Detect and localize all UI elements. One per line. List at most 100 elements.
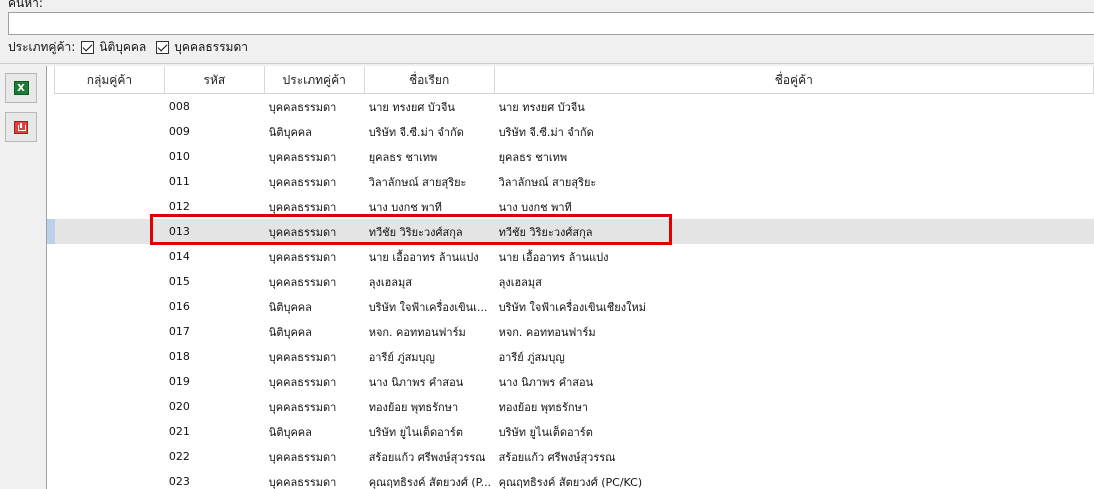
- table-row[interactable]: 013 บุคคลธรรมดา ทวีชัย วิริยะวงศ์สกุล ทวีชั…: [47, 219, 1094, 244]
- cell-group[interactable]: [55, 294, 165, 319]
- cell-code[interactable]: 013: [165, 219, 265, 244]
- cell-short-name[interactable]: นาง บงกช พาที: [365, 194, 495, 219]
- cell-code[interactable]: 009: [165, 119, 265, 144]
- cell-code[interactable]: 015: [165, 269, 265, 294]
- cell-type[interactable]: บุคคลธรรมดา: [265, 144, 365, 169]
- column-header-short-name[interactable]: ชื่อเรียก: [365, 66, 495, 94]
- cell-short-name[interactable]: ทวีชัย วิริยะวงศ์สกุล: [365, 219, 495, 244]
- column-header-group[interactable]: กลุ่มคู่ค้า: [55, 66, 165, 94]
- cell-group[interactable]: [55, 269, 165, 294]
- cell-short-name[interactable]: บริษัท ยูไนเต็ดอาร์ต: [365, 419, 495, 444]
- table-row[interactable]: 014 บุคคลธรรมดา นาย เอื้ออาทร ล้านแปง นาย เ…: [47, 244, 1094, 269]
- cell-code[interactable]: 017: [165, 319, 265, 344]
- cell-type[interactable]: นิติบุคคล: [265, 419, 365, 444]
- search-input[interactable]: [8, 12, 1094, 35]
- cell-short-name[interactable]: หจก. คอททอนฟาร์ม: [365, 319, 495, 344]
- table-row[interactable]: 020 บุคคลธรรมดา ทองย้อย พุทธรักษา ทองย้อย พ…: [47, 394, 1094, 419]
- cell-group[interactable]: [55, 119, 165, 144]
- cell-group[interactable]: [55, 394, 165, 419]
- checkbox-checked-icon[interactable]: [156, 40, 170, 54]
- export-button[interactable]: [5, 112, 37, 142]
- cell-group[interactable]: [55, 469, 165, 489]
- cell-group[interactable]: [55, 169, 165, 194]
- cell-type[interactable]: บุคคลธรรมดา: [265, 244, 365, 269]
- cell-short-name[interactable]: นาย เอื้ออาทร ล้านแปง: [365, 244, 495, 269]
- export-excel-button[interactable]: X: [5, 73, 37, 103]
- table-row[interactable]: 017 นิติบุคคล หจก. คอททอนฟาร์ม หจก. คอททอนฟ…: [47, 319, 1094, 344]
- row-indicator[interactable]: [47, 444, 55, 469]
- cell-partner-name[interactable]: นาย เอื้ออาทร ล้านแปง: [495, 244, 1094, 269]
- cell-code[interactable]: 014: [165, 244, 265, 269]
- row-indicator[interactable]: [47, 144, 55, 169]
- row-indicator[interactable]: [47, 269, 55, 294]
- cell-type[interactable]: บุคคลธรรมดา: [265, 219, 365, 244]
- table-row[interactable]: 023 บุคคลธรรมดา คุณฤทธิรงค์ สัตยวงศ์ (P...…: [47, 469, 1094, 489]
- cell-code[interactable]: 022: [165, 444, 265, 469]
- cell-short-name[interactable]: ทองย้อย พุทธรักษา: [365, 394, 495, 419]
- cell-type[interactable]: บุคคลธรรมดา: [265, 469, 365, 489]
- table-row[interactable]: 019 บุคคลธรรมดา นาง นิภาพร คำสอน นาง นิภาพร…: [47, 369, 1094, 394]
- cell-group[interactable]: [55, 144, 165, 169]
- cell-partner-name[interactable]: นาย ทรงยศ บัวจีน: [495, 94, 1094, 119]
- cell-group[interactable]: [55, 369, 165, 394]
- cell-short-name[interactable]: ยุคลธร ชาเทพ: [365, 144, 495, 169]
- cell-short-name[interactable]: อารีย์ ภู่สมบุญ: [365, 344, 495, 369]
- cell-type[interactable]: บุคคลธรรมดา: [265, 444, 365, 469]
- cell-code[interactable]: 021: [165, 419, 265, 444]
- cell-partner-name[interactable]: ลุงเฮลมุส: [495, 269, 1094, 294]
- cell-partner-name[interactable]: บริษัท ใจฟ้าเครื่องเขินเชียงใหม่: [495, 294, 1094, 319]
- table-row[interactable]: 015 บุคคลธรรมดา ลุงเฮลมุส ลุงเฮลมุส: [47, 269, 1094, 294]
- cell-type[interactable]: บุคคลธรรมดา: [265, 369, 365, 394]
- row-indicator[interactable]: [47, 369, 55, 394]
- cell-code[interactable]: 008: [165, 94, 265, 119]
- cell-code[interactable]: 023: [165, 469, 265, 489]
- cell-code[interactable]: 018: [165, 344, 265, 369]
- cell-group[interactable]: [55, 319, 165, 344]
- column-header-type[interactable]: ประเภทคู่ค้า: [265, 66, 365, 94]
- row-indicator[interactable]: [47, 469, 55, 489]
- table-row[interactable]: 021 นิติบุคคล บริษัท ยูไนเต็ดอาร์ต บริษัท ย…: [47, 419, 1094, 444]
- cell-partner-name[interactable]: คุณฤทธิรงค์ สัตยวงศ์ (PC/KC): [495, 469, 1094, 489]
- row-indicator[interactable]: [47, 119, 55, 144]
- row-indicator[interactable]: [47, 394, 55, 419]
- cell-code[interactable]: 016: [165, 294, 265, 319]
- cell-short-name[interactable]: นาย ทรงยศ บัวจีน: [365, 94, 495, 119]
- cell-type[interactable]: บุคคลธรรมดา: [265, 344, 365, 369]
- cell-short-name[interactable]: นาง นิภาพร คำสอน: [365, 369, 495, 394]
- column-header-code[interactable]: รหัส: [165, 66, 265, 94]
- cell-short-name[interactable]: สร้อยแก้ว ศรีพงษ์สุวรรณ: [365, 444, 495, 469]
- cell-partner-name[interactable]: นาง นิภาพร คำสอน: [495, 369, 1094, 394]
- cell-code[interactable]: 019: [165, 369, 265, 394]
- cell-code[interactable]: 011: [165, 169, 265, 194]
- cell-short-name[interactable]: คุณฤทธิรงค์ สัตยวงศ์ (P...: [365, 469, 495, 489]
- table-row[interactable]: 022 บุคคลธรรมดา สร้อยแก้ว ศรีพงษ์สุวรรณ สร้…: [47, 444, 1094, 469]
- row-indicator[interactable]: [47, 194, 55, 219]
- cell-group[interactable]: [55, 344, 165, 369]
- row-indicator[interactable]: [47, 244, 55, 269]
- cell-code[interactable]: 020: [165, 394, 265, 419]
- table-row[interactable]: 012 บุคคลธรรมดา นาง บงกช พาที นาง บงกช พาที: [47, 194, 1094, 219]
- cell-type[interactable]: นิติบุคคล: [265, 319, 365, 344]
- filter-individual-checkbox[interactable]: บุคคลธรรมดา: [156, 38, 248, 57]
- cell-code[interactable]: 010: [165, 144, 265, 169]
- row-indicator[interactable]: [47, 419, 55, 444]
- cell-partner-name[interactable]: อารีย์ ภู่สมบุญ: [495, 344, 1094, 369]
- cell-group[interactable]: [55, 94, 165, 119]
- cell-partner-name[interactable]: นาง บงกช พาที: [495, 194, 1094, 219]
- cell-type[interactable]: บุคคลธรรมดา: [265, 269, 365, 294]
- cell-type[interactable]: นิติบุคคล: [265, 119, 365, 144]
- cell-partner-name[interactable]: วิลาลักษณ์ สายสุริยะ: [495, 169, 1094, 194]
- cell-partner-name[interactable]: ยุคลธร ชาเทพ: [495, 144, 1094, 169]
- row-indicator[interactable]: [47, 94, 55, 119]
- cell-partner-name[interactable]: บริษัท ยูไนเต็ดอาร์ต: [495, 419, 1094, 444]
- cell-short-name[interactable]: บริษัท จี.ซี.ม่า จำกัด: [365, 119, 495, 144]
- cell-short-name[interactable]: บริษัท ใจฟ้าเครื่องเขินเ...: [365, 294, 495, 319]
- row-indicator[interactable]: [47, 344, 55, 369]
- row-indicator[interactable]: [47, 319, 55, 344]
- cell-type[interactable]: บุคคลธรรมดา: [265, 194, 365, 219]
- table-row[interactable]: 009 นิติบุคคล บริษัท จี.ซี.ม่า จำกัด บริษัท…: [47, 119, 1094, 144]
- cell-group[interactable]: [55, 444, 165, 469]
- cell-group[interactable]: [55, 194, 165, 219]
- cell-code[interactable]: 012: [165, 194, 265, 219]
- table-row[interactable]: 018 บุคคลธรรมดา อารีย์ ภู่สมบุญ อารีย์ ภู่ส…: [47, 344, 1094, 369]
